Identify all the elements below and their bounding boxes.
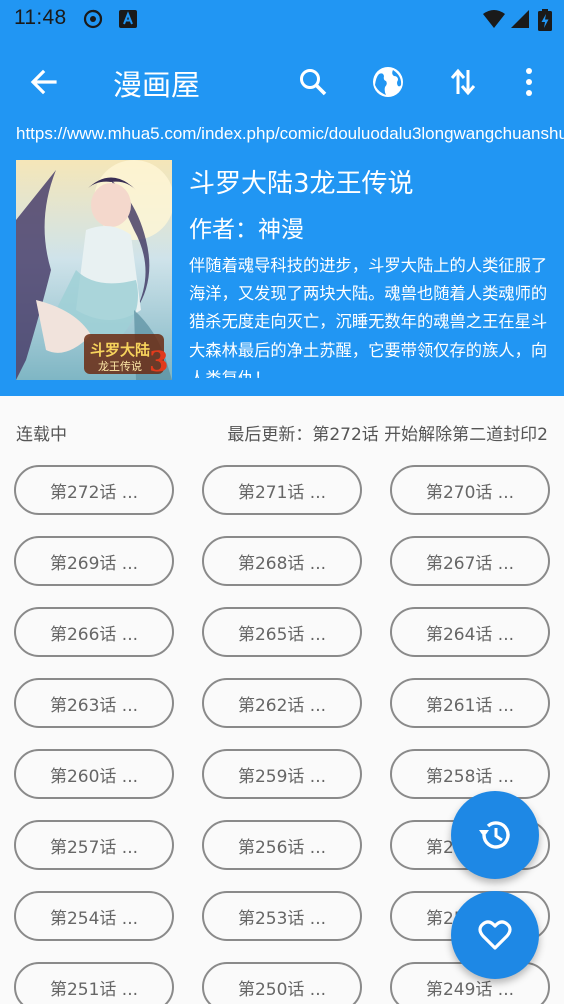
open-in-browser-button[interactable] [366,60,410,104]
sort-icon [450,68,476,96]
chapter-button[interactable]: 第270话 ... [390,465,550,515]
chapter-button[interactable]: 第259话 ... [202,749,362,799]
info-row: 连载中 最后更新：第272话 开始解除第二道封印2 [0,412,564,452]
comic-detail-screen: 11:48 漫画屋 https://www.mhua5.com/index.ph… [0,0,564,1004]
svg-text:3: 3 [149,345,168,378]
sort-button[interactable] [441,60,485,104]
chapter-button[interactable]: 第264话 ... [390,607,550,657]
search-icon [300,69,327,96]
chapter-button[interactable]: 第268话 ... [202,536,362,586]
media-icon [83,9,103,29]
chapter-button[interactable]: 第251话 ... [14,962,174,1004]
chapter-button[interactable]: 第266话 ... [14,607,174,657]
chapter-button[interactable]: 第257话 ... [14,820,174,870]
chapter-button[interactable]: 第272话 ... [14,465,174,515]
chapter-button[interactable]: 第254话 ... [14,891,174,941]
chapter-button[interactable]: 第256话 ... [202,820,362,870]
history-fab[interactable] [451,791,539,879]
signal-icon [510,9,530,29]
history-icon [479,821,510,849]
serial-status: 连载中 [16,425,67,445]
source-url[interactable]: https://www.mhua5.com/index.php/comic/do… [16,124,564,144]
chapter-button[interactable]: 第261话 ... [390,678,550,728]
chapter-button[interactable]: 第263话 ... [14,678,174,728]
app-a-icon [118,9,138,29]
more-vert-icon [526,68,532,96]
chapter-button[interactable]: 第271话 ... [202,465,362,515]
cover-logo: 斗罗大陆 龙王传说 3 [84,334,168,378]
app-bar: 漫画屋 [0,38,564,124]
chapter-button[interactable]: 第269话 ... [14,536,174,586]
last-update: 最后更新：第272话 开始解除第二道封印2 [227,425,548,445]
status-time: 11:48 [14,6,67,29]
chapter-button[interactable]: 第265话 ... [202,607,362,657]
favorite-fab[interactable] [451,891,539,979]
back-button[interactable] [22,60,66,104]
more-options-button[interactable] [507,60,551,104]
comic-title: 斗罗大陆3龙王传说 [189,169,414,199]
globe-icon [373,67,403,97]
comic-author: 作者：神漫 [189,217,304,243]
chapter-button[interactable]: 第262话 ... [202,678,362,728]
chapter-button[interactable]: 第267话 ... [390,536,550,586]
arrow-back-icon [30,69,57,95]
comic-header: 11:48 漫画屋 https://www.mhua5.com/index.ph… [0,0,564,396]
comic-description: 伴随着魂导科技的进步，斗罗大陆上的人类征服了海洋，又发现了两块大陆。魂兽也随着人… [189,256,548,378]
search-button[interactable] [291,60,335,104]
chapter-button[interactable]: 第260话 ... [14,749,174,799]
battery-icon [538,9,552,31]
wifi-icon [482,9,506,29]
cover-image: 斗罗大陆 龙王传说 3 [16,160,172,380]
chapter-button[interactable]: 第258话 ... [390,749,550,799]
svg-text:龙王传说: 龙王传说 [98,359,142,373]
app-title: 漫画屋 [113,68,201,102]
heart-icon [478,920,512,950]
status-bar: 11:48 [0,0,564,38]
chapter-button[interactable]: 第253话 ... [202,891,362,941]
svg-text:斗罗大陆: 斗罗大陆 [90,341,150,359]
chapter-button[interactable]: 第250话 ... [202,962,362,1004]
